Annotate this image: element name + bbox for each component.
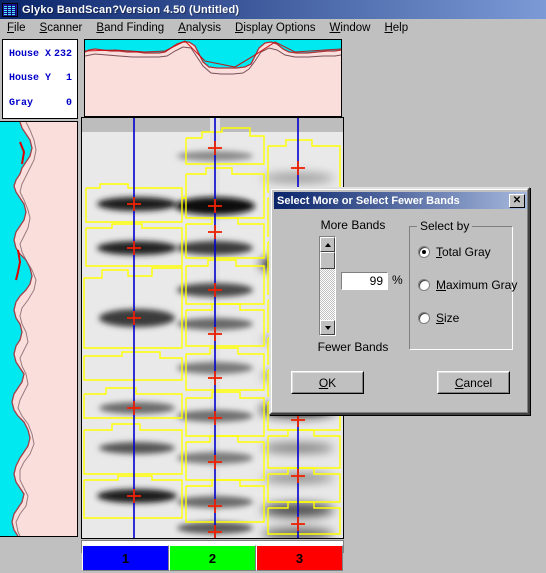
title-bar: Glyko BandScan?Version 4.50 (Untitled) <box>0 0 546 19</box>
ok-button-face: OK <box>292 372 363 393</box>
application-window: Glyko BandScan?Version 4.50 (Untitled) F… <box>0 0 546 573</box>
horizontal-profile-plot <box>85 40 341 116</box>
percent-label: % <box>392 273 403 287</box>
menu-file[interactable]: File <box>0 21 33 35</box>
radio-label: Size <box>436 311 460 325</box>
menu-help[interactable]: Help <box>377 21 415 35</box>
scroll-down-button[interactable] <box>320 320 335 335</box>
lane-button-3[interactable]: 3 <box>256 545 343 571</box>
menu-display-options[interactable]: Display Options <box>228 21 323 35</box>
lane-button-1[interactable]: 1 <box>82 545 169 571</box>
info-label: Gray <box>9 97 34 109</box>
ok-button[interactable]: OK <box>291 371 364 394</box>
info-value: 1 <box>65 72 72 84</box>
dialog-title-bar: Select More or Select Fewer Bands ✕ <box>274 192 527 209</box>
menu-band-finding[interactable]: Band Finding <box>89 21 171 35</box>
info-value: 232 <box>53 48 72 60</box>
lane-button-2[interactable]: 2 <box>169 545 256 571</box>
radio-total-gray[interactable]: Total Gray <box>418 245 491 259</box>
more-bands-label: More Bands <box>320 218 386 232</box>
cancel-button-face: Cancel <box>438 372 509 393</box>
lane-button-label: 2 <box>208 550 217 566</box>
radio-indicator-icon <box>418 279 430 291</box>
vertical-density-profile[interactable] <box>0 121 78 537</box>
select-by-legend: Select by <box>417 219 473 233</box>
gel-lanes-icon <box>2 2 18 17</box>
info-value: 0 <box>65 97 72 109</box>
radio-maximum-gray[interactable]: Maximum Gray <box>418 278 517 292</box>
cancel-button[interactable]: Cancel <box>437 371 510 394</box>
close-glyph: ✕ <box>512 194 522 206</box>
menu-window[interactable]: Window <box>323 21 378 35</box>
vertical-profile-plot <box>0 122 77 536</box>
select-bands-dialog: Select More or Select Fewer Bands ✕ More… <box>269 187 530 415</box>
scrollbar-track[interactable] <box>320 252 335 320</box>
chevron-up-icon <box>324 242 331 247</box>
horizontal-density-profile[interactable] <box>84 39 342 117</box>
coordinate-info-panel: House X 232 House Y 1 Gray 0 <box>2 39 78 119</box>
info-row-house-y: House Y 1 <box>3 71 77 85</box>
client-area: House X 232 House Y 1 Gray 0 1 2 3 Selec… <box>0 37 546 573</box>
radio-label: Total Gray <box>436 245 491 259</box>
band-percent-field[interactable]: 99 <box>341 272 388 290</box>
lane-button-label: 3 <box>295 550 304 566</box>
radio-indicator-icon <box>418 312 430 324</box>
info-row-gray: Gray 0 <box>3 96 77 110</box>
scroll-up-button[interactable] <box>320 237 335 252</box>
lane-button-bar: 1 2 3 <box>82 545 343 571</box>
close-icon[interactable]: ✕ <box>509 193 525 208</box>
menu-bar: File Scanner Band Finding Analysis Displ… <box>0 19 546 38</box>
menu-scanner[interactable]: Scanner <box>33 21 90 35</box>
scrollbar-thumb[interactable] <box>320 252 335 269</box>
lane-button-label: 1 <box>121 550 130 566</box>
info-label: House X <box>9 48 52 60</box>
radio-size[interactable]: Size <box>418 311 459 325</box>
fewer-bands-label: Fewer Bands <box>317 340 389 354</box>
menu-analysis[interactable]: Analysis <box>171 21 228 35</box>
radio-indicator-icon <box>418 246 430 258</box>
info-row-house-x: House X 232 <box>3 47 77 61</box>
chevron-down-icon <box>324 325 331 330</box>
dialog-title: Select More or Select Fewer Bands <box>277 194 460 207</box>
band-count-scrollbar[interactable] <box>319 236 336 336</box>
band-percent-value: 99 <box>369 274 383 288</box>
radio-label: Maximum Gray <box>436 278 518 292</box>
window-title: Glyko BandScan?Version 4.50 (Untitled) <box>22 3 240 16</box>
dialog-inner-frame: Select More or Select Fewer Bands ✕ More… <box>271 189 528 413</box>
info-label: House Y <box>9 72 52 84</box>
